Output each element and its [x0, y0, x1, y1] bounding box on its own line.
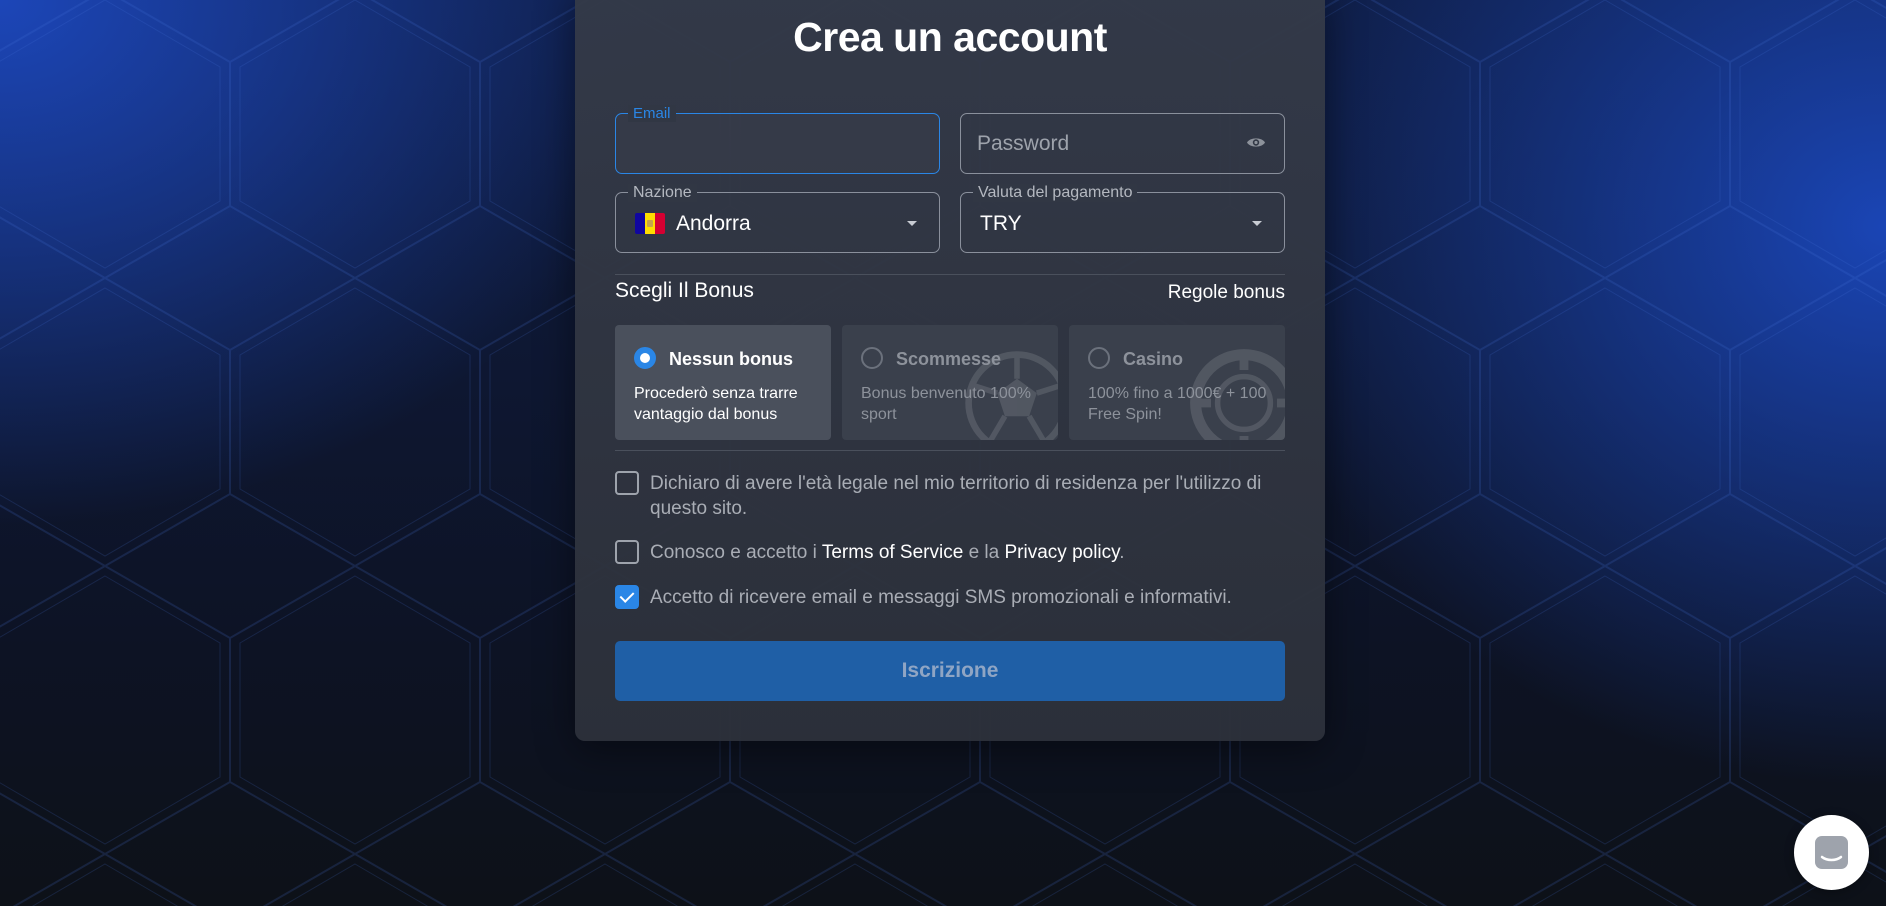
bonus-description: Bonus benvenuto 100% sport — [861, 385, 1031, 423]
terms-middle: e la — [963, 542, 1005, 563]
bonus-option-casino[interactable]: Casino 100% fino a 1000€ + 100 Free Spin… — [1069, 325, 1285, 440]
radio-unselected[interactable] — [861, 347, 883, 369]
signup-card: Crea un account Email Password Nazione A… — [575, 0, 1325, 741]
signup-submit-button[interactable]: Iscrizione — [615, 641, 1285, 701]
bonus-option-none[interactable]: Nessun bonus Procederò senza trarre vant… — [615, 325, 831, 440]
marketing-consent-text: Accetto di ricevere email e messaggi SMS… — [650, 587, 1232, 608]
password-placeholder: Password — [977, 132, 1070, 155]
bonus-description: Procederò senza trarre vantaggio dal bon… — [634, 385, 798, 423]
divider — [615, 450, 1285, 451]
currency-value: TRY — [980, 212, 1022, 235]
terms-prefix: Conosco e accetto i — [650, 542, 822, 563]
bonus-option-sport[interactable]: Scommesse Bonus benvenuto 100% sport — [842, 325, 1058, 440]
terms-consent-checkbox[interactable] — [615, 540, 639, 564]
eye-icon[interactable] — [1246, 136, 1266, 149]
marketing-consent-row: Accetto di ricevere email e messaggi SMS… — [615, 585, 1285, 610]
age-consent-checkbox[interactable] — [615, 471, 639, 495]
bonus-section-title: Scegli Il Bonus — [615, 279, 754, 302]
email-field[interactable]: Email — [615, 105, 940, 174]
page-title: Crea un account — [793, 14, 1107, 60]
terms-consent-row: Conosco e accetto i Terms of Service e l… — [615, 540, 1285, 565]
currency-label: Valuta del pagamento — [973, 184, 1138, 202]
privacy-policy-link[interactable]: Privacy policy — [1005, 542, 1120, 563]
bonus-name: Casino — [1123, 349, 1184, 369]
email-label: Email — [628, 105, 676, 122]
terms-consent-text: Conosco e accetto i Terms of Service e l… — [650, 540, 1125, 565]
bonus-rules-link[interactable]: Regole bonus — [1168, 282, 1285, 304]
country-label: Nazione — [628, 184, 697, 202]
andorra-flag-icon — [635, 213, 665, 234]
chevron-down-icon — [1252, 221, 1262, 226]
age-consent-row: Dichiaro di avere l'età legale nel mio t… — [615, 471, 1285, 521]
divider — [615, 274, 1285, 275]
marketing-consent-checkbox[interactable] — [615, 585, 639, 609]
bonus-name: Scommesse — [896, 349, 1002, 369]
currency-select[interactable]: Valuta del pagamento TRY — [960, 184, 1285, 253]
radio-unselected[interactable] — [1088, 347, 1110, 369]
country-value: Andorra — [676, 212, 751, 235]
password-field[interactable]: Password — [960, 113, 1285, 174]
bonus-name: Nessun bonus — [669, 349, 794, 369]
terms-suffix: . — [1119, 542, 1125, 563]
country-select[interactable]: Nazione Andorra — [615, 184, 940, 253]
chevron-down-icon — [907, 221, 917, 226]
age-consent-text: Dichiaro di avere l'età legale nel mio t… — [650, 473, 1262, 519]
terms-of-service-link[interactable]: Terms of Service — [822, 542, 963, 563]
radio-selected[interactable] — [634, 347, 656, 369]
chat-icon — [1815, 836, 1848, 869]
bonus-description: 100% fino a 1000€ + 100 Free Spin! — [1088, 385, 1267, 423]
chat-widget-button[interactable] — [1794, 815, 1869, 890]
